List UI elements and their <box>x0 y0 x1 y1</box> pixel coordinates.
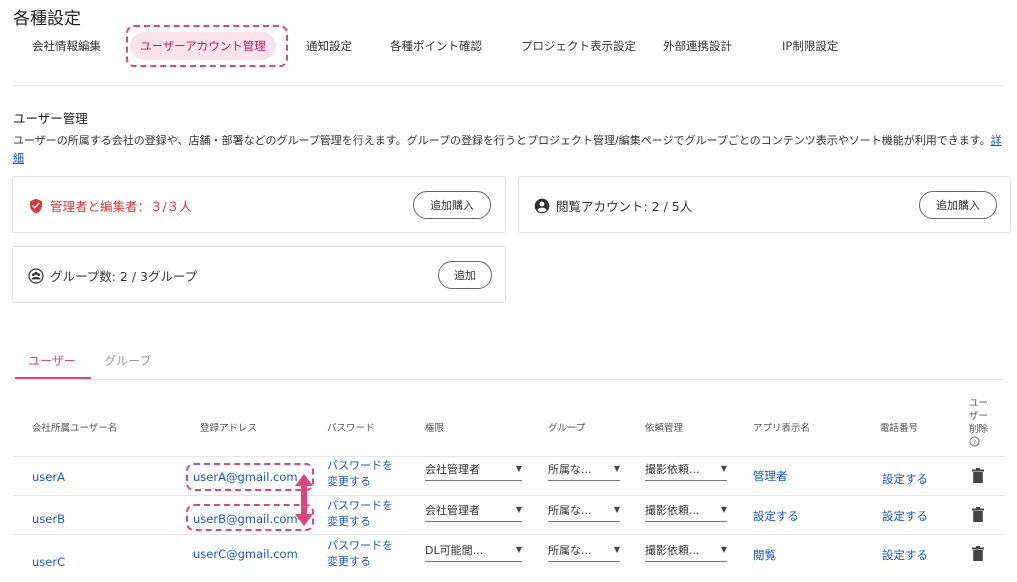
header-delete-line2: ザー <box>969 411 989 422</box>
shield-check-icon <box>30 198 42 213</box>
tab-points[interactable]: 各種ポイント確認 <box>390 30 482 62</box>
account-circle-icon <box>534 198 550 213</box>
role-select[interactable]: 会社管理者 ▼ <box>425 498 522 522</box>
change-password-link[interactable]: パスワードを 変更する <box>327 498 393 530</box>
role-select-value: 会社管理者 <box>425 462 480 476</box>
admin-card-label-wrap: 管理者と編集者：３/３人 <box>28 196 192 215</box>
username-link[interactable]: userB <box>32 512 65 526</box>
admin-count-label: 管理者と編集者：３/３人 <box>50 199 192 214</box>
group-circle-icon <box>28 267 44 284</box>
tab-company-info[interactable]: 会社情報編集 <box>32 30 101 62</box>
viewer-count-label: 閲覧アカウント: 2 / 5人 <box>556 199 693 214</box>
subtab-divider <box>13 379 1004 380</box>
email-link[interactable]: userA@gmail.com <box>193 470 298 484</box>
header-delete: ユー ザー 削除 ? <box>969 397 988 451</box>
header-delete-line3: 削除 <box>969 424 989 435</box>
swap-arrow-icon <box>295 474 313 526</box>
header-role: 権限 <box>425 423 445 434</box>
phone-setting-link[interactable]: 設定する <box>882 471 928 487</box>
group-select-value: 所属な... <box>548 543 592 557</box>
chevron-down-icon: ▼ <box>613 505 620 514</box>
admin-card: 管理者と編集者：３/３人 追加購入 <box>12 176 506 233</box>
viewer-purchase-button[interactable]: 追加購入 <box>919 191 997 219</box>
description-text: ユーザーの所属する会社の登録や、店舗・部署などのグループ管理を行えます。グループ… <box>13 134 991 147</box>
role-select[interactable]: DL可能閲... ▼ <box>425 538 522 562</box>
email-link[interactable]: userB@gmail.com <box>193 512 298 526</box>
admin-purchase-button[interactable]: 追加購入 <box>413 191 491 219</box>
subtab-groups[interactable]: グループ <box>104 352 151 374</box>
table-row: userA userA@gmail.com パスワードを 変更する 会社管理者 ▼… <box>0 457 1017 495</box>
role-select[interactable]: 会社管理者 ▼ <box>425 457 522 481</box>
chevron-down-icon: ▼ <box>613 545 620 554</box>
group-select-value: 所属な... <box>548 462 592 476</box>
chevron-down-icon: ▼ <box>720 464 727 473</box>
change-password-line2: 変更する <box>327 555 371 568</box>
subtab-users[interactable]: ユーザー <box>28 352 76 374</box>
group-add-button[interactable]: 追加 <box>438 261 492 289</box>
group-card: グループ数: 2 / 3グループ 追加 <box>12 246 506 303</box>
request-select-value: 撮影依頼... <box>645 503 700 517</box>
email-link[interactable]: userC@gmail.com <box>193 547 298 561</box>
change-password-link[interactable]: パスワードを 変更する <box>327 538 393 570</box>
group-select[interactable]: 所属な... ▼ <box>548 498 620 522</box>
role-select-value: DL可能閲... <box>425 543 484 557</box>
table-row: userB userB@gmail.com パスワードを 変更する 会社管理者 ▼… <box>0 496 1017 534</box>
change-password-line2: 変更する <box>327 515 371 528</box>
request-select-value: 撮影依頼... <box>645 462 700 476</box>
tab-external-integration[interactable]: 外部連携設計 <box>663 30 732 62</box>
group-select-value: 所属な... <box>548 503 592 517</box>
app-name-link[interactable]: 設定する <box>753 508 799 524</box>
request-select[interactable]: 撮影依頼... ▼ <box>645 457 727 481</box>
header-group: グループ <box>548 423 586 434</box>
header-username: 会社所属ユーザー名 <box>32 423 118 434</box>
chevron-down-icon: ▼ <box>515 505 522 514</box>
change-password-line1: パスワードを <box>327 459 393 472</box>
group-card-label-wrap: グループ数: 2 / 3グループ <box>28 266 197 285</box>
tab-ip-restriction[interactable]: IP制限設定 <box>782 30 838 62</box>
section-description: ユーザーの所属する会社の登録や、店舗・部署などのグループ管理を行えます。グループ… <box>13 132 1003 168</box>
trash-icon[interactable] <box>972 468 984 483</box>
username-link[interactable]: userA <box>32 470 65 484</box>
username-link[interactable]: userC <box>32 555 65 569</box>
header-password: パスワード <box>327 423 375 434</box>
phone-setting-link[interactable]: 設定する <box>882 547 928 563</box>
app-name-link[interactable]: 閲覧 <box>753 547 776 563</box>
change-password-link[interactable]: パスワードを 変更する <box>327 458 393 490</box>
tab-project-display[interactable]: プロジェクト表示設定 <box>521 30 636 62</box>
header-phone: 電話番号 <box>880 423 919 434</box>
svg-text:?: ? <box>973 438 976 446</box>
help-circle-icon[interactable]: ? <box>969 436 980 447</box>
request-select[interactable]: 撮影依頼... ▼ <box>645 538 727 562</box>
section-title: ユーザー管理 <box>13 111 88 126</box>
group-count-label: グループ数: 2 / 3グループ <box>50 269 198 284</box>
tab-user-accounts[interactable]: ユーザーアカウント管理 <box>130 32 276 60</box>
chevron-down-icon: ▼ <box>515 545 522 554</box>
header-delete-line1: ユー <box>969 398 989 409</box>
change-password-line1: パスワードを <box>327 499 393 512</box>
chevron-down-icon: ▼ <box>613 464 620 473</box>
app-name-link[interactable]: 管理者 <box>753 468 788 484</box>
table-row: userC userC@gmail.com パスワードを 変更する DL可能閲.… <box>0 535 1017 582</box>
header-app-name: アプリ表示名 <box>753 423 811 434</box>
change-password-line2: 変更する <box>327 475 371 488</box>
request-select[interactable]: 撮影依頼... ▼ <box>645 498 727 522</box>
phone-setting-link[interactable]: 設定する <box>882 508 928 524</box>
page-title: 各種設定 <box>13 9 81 29</box>
trash-icon[interactable] <box>972 507 984 522</box>
request-select-value: 撮影依頼... <box>645 543 700 557</box>
header-divider <box>13 85 1004 86</box>
change-password-line1: パスワードを <box>327 539 393 552</box>
chevron-down-icon: ▼ <box>720 545 727 554</box>
tab-notifications[interactable]: 通知設定 <box>306 30 352 62</box>
viewer-card: 閲覧アカウント: 2 / 5人 追加購入 <box>518 176 1011 233</box>
group-select[interactable]: 所属な... ▼ <box>548 457 620 481</box>
role-select-value: 会社管理者 <box>425 503 480 517</box>
chevron-down-icon: ▼ <box>720 505 727 514</box>
header-request: 依頼管理 <box>645 423 684 434</box>
header-email: 登録アドレス <box>200 423 258 434</box>
viewer-card-label-wrap: 閲覧アカウント: 2 / 5人 <box>534 196 692 215</box>
chevron-down-icon: ▼ <box>515 464 522 473</box>
trash-icon[interactable] <box>972 546 984 561</box>
group-select[interactable]: 所属な... ▼ <box>548 538 620 562</box>
